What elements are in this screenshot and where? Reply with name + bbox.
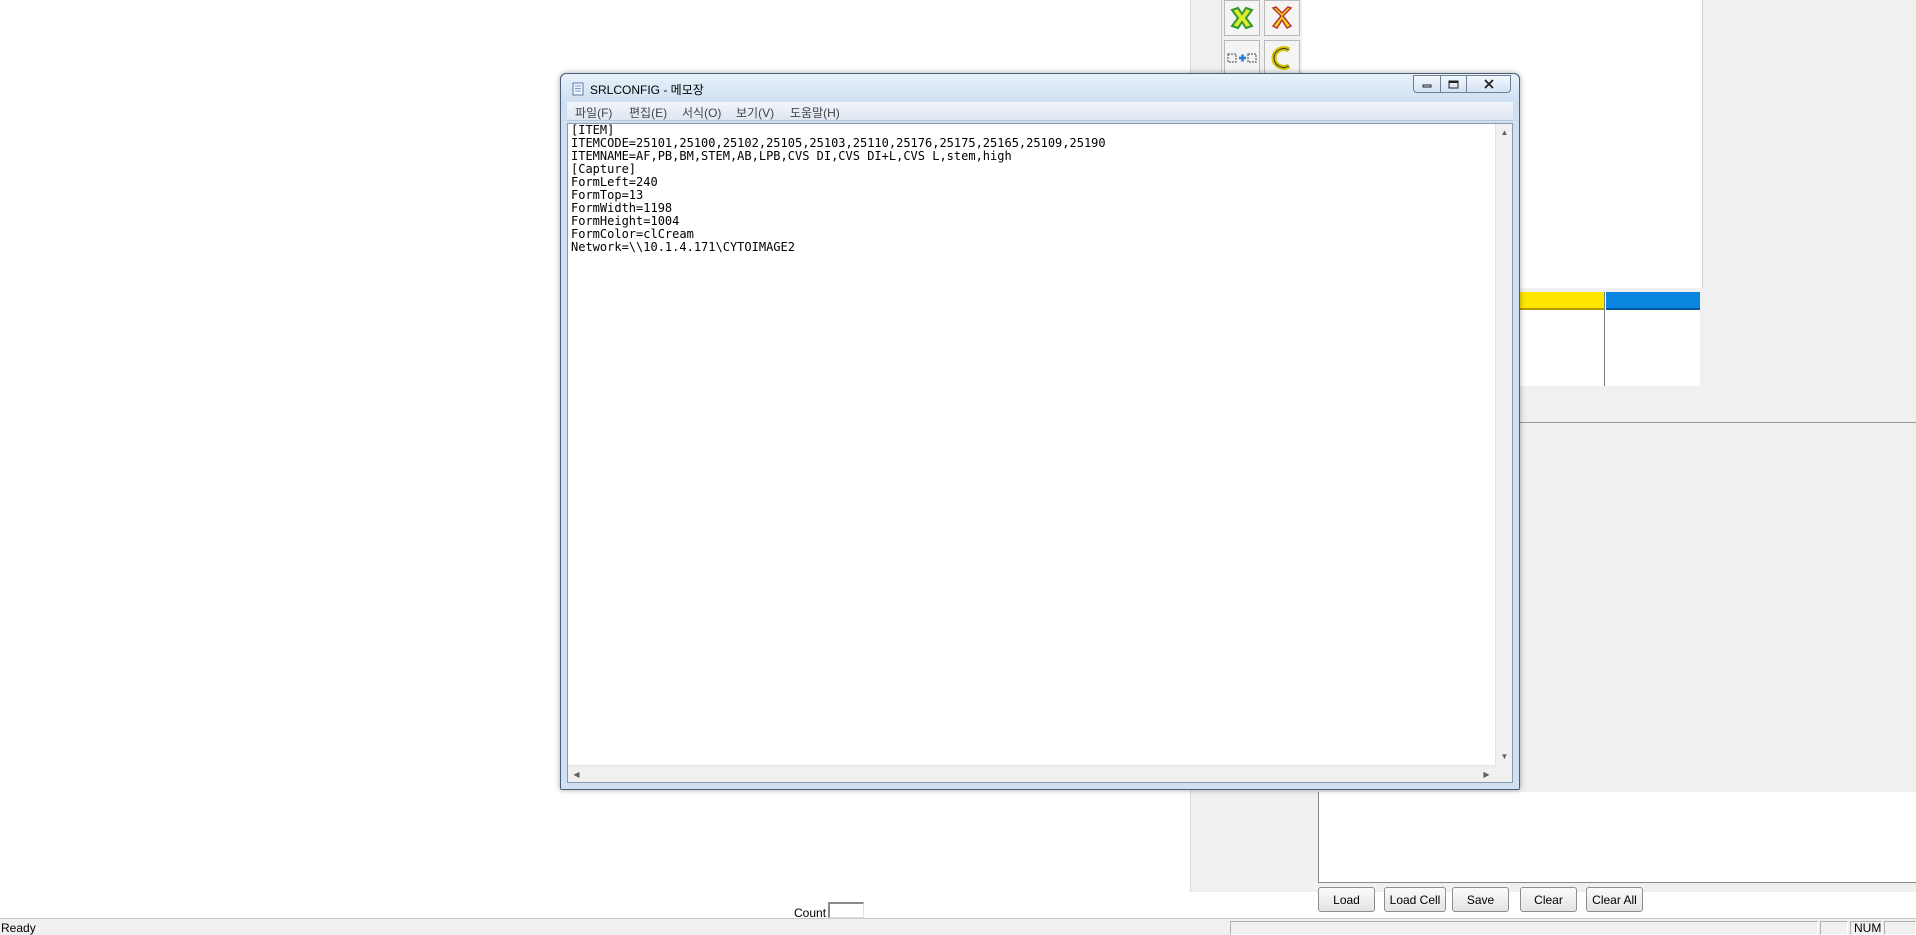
scroll-left-arrow-icon[interactable]: ◀ bbox=[568, 766, 585, 783]
status-segment-4 bbox=[1884, 921, 1916, 935]
notepad-window: SRLCONFIG - 메모장 파일(F) 편집(E) 서식(O) 보기(V) … bbox=[560, 73, 1520, 790]
curve-tool-button[interactable] bbox=[1264, 40, 1300, 76]
grid-header-blue[interactable] bbox=[1606, 292, 1700, 310]
close-button[interactable] bbox=[1466, 75, 1511, 93]
scroll-down-arrow-icon[interactable]: ▼ bbox=[1496, 748, 1513, 765]
cross-icon bbox=[1230, 6, 1254, 30]
count-field bbox=[828, 902, 864, 918]
status-ready-text: Ready bbox=[1, 921, 36, 935]
status-bar: Ready NUM bbox=[0, 918, 1916, 935]
close-icon bbox=[1483, 79, 1494, 89]
horizontal-scrollbar[interactable]: ◀ ▶ bbox=[568, 765, 1495, 782]
menu-help[interactable]: 도움말(H) bbox=[790, 104, 840, 121]
minimize-icon bbox=[1422, 84, 1432, 88]
status-num-indicator: NUM bbox=[1850, 921, 1882, 935]
size-grip[interactable] bbox=[1495, 765, 1512, 782]
grid-divider bbox=[1604, 292, 1605, 386]
load-cell-button[interactable]: Load Cell bbox=[1384, 887, 1446, 912]
status-segment-1 bbox=[1230, 921, 1818, 935]
scroll-right-arrow-icon[interactable]: ▶ bbox=[1478, 766, 1495, 783]
notepad-title: SRLCONFIG - 메모장 bbox=[590, 83, 704, 97]
notepad-edit-area[interactable]: [ITEM] ITEMCODE=25101,25100,25102,25105,… bbox=[567, 123, 1513, 783]
menu-edit[interactable]: 편집(E) bbox=[629, 104, 667, 121]
notepad-menu-bar: 파일(F) 편집(E) 서식(O) 보기(V) 도움말(H) bbox=[567, 102, 1513, 121]
clear-all-button[interactable]: Clear All bbox=[1586, 887, 1643, 912]
vertical-scrollbar[interactable]: ▲ ▼ bbox=[1495, 124, 1512, 765]
scroll-up-arrow-icon[interactable]: ▲ bbox=[1496, 124, 1513, 141]
notepad-title-bar[interactable]: SRLCONFIG - 메모장 bbox=[561, 74, 1519, 102]
save-button[interactable]: Save bbox=[1452, 887, 1509, 912]
scissors-icon bbox=[1271, 6, 1293, 29]
maximize-button[interactable] bbox=[1440, 75, 1467, 93]
split-tool-button[interactable] bbox=[1264, 0, 1300, 36]
load-button[interactable]: Load bbox=[1318, 887, 1375, 912]
result-list-panel[interactable] bbox=[1318, 792, 1916, 883]
clear-button[interactable]: Clear bbox=[1520, 887, 1577, 912]
cross-tool-button[interactable] bbox=[1224, 0, 1260, 36]
maximize-icon bbox=[1448, 80, 1459, 88]
cell-add-tool-button[interactable] bbox=[1224, 40, 1260, 76]
menu-format[interactable]: 서식(O) bbox=[682, 104, 721, 121]
c-shape-icon bbox=[1271, 46, 1291, 70]
status-segment-2 bbox=[1820, 921, 1848, 935]
notepad-text-content[interactable]: [ITEM] ITEMCODE=25101,25100,25102,25105,… bbox=[571, 124, 1491, 764]
notepad-icon bbox=[572, 82, 584, 96]
desktop-screen: Load Load Cell Save Clear Clear All Coun… bbox=[0, 0, 1916, 935]
menu-view[interactable]: 보기(V) bbox=[736, 104, 774, 121]
cell-add-icon bbox=[1227, 53, 1257, 63]
minimize-button[interactable] bbox=[1413, 75, 1441, 93]
menu-file[interactable]: 파일(F) bbox=[575, 104, 612, 121]
